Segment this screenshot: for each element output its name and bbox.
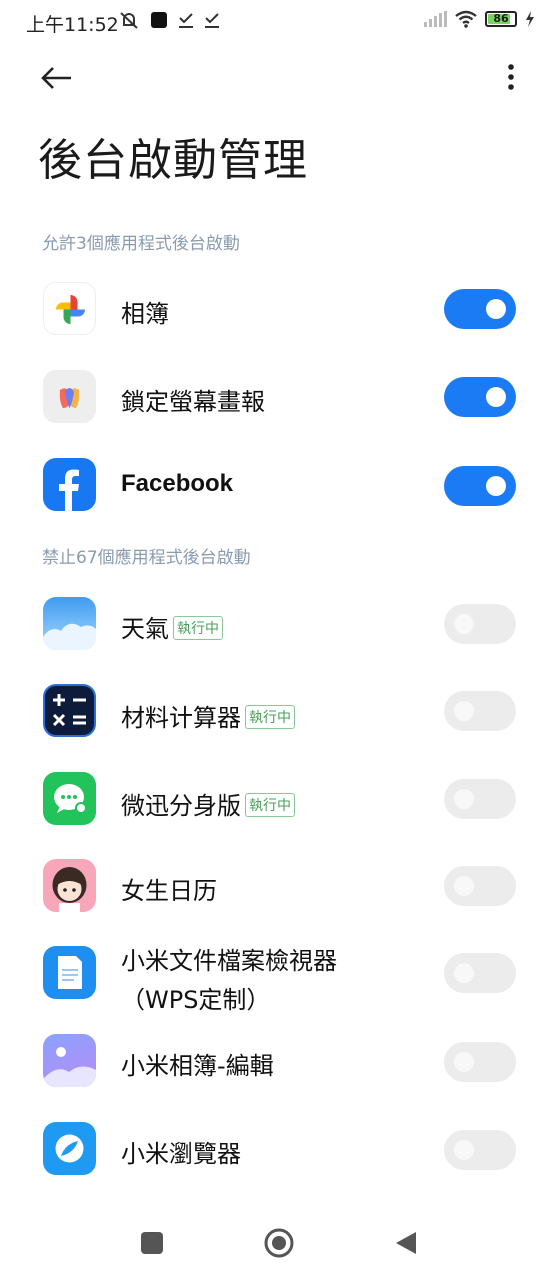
- section-header-blocked: 禁止67個應用程式後台啟動: [42, 548, 251, 568]
- battery-icon: 86: [485, 11, 517, 27]
- app-name-with-badge: 微迅分身版 執行中: [121, 786, 295, 821]
- battery-level: 86: [493, 12, 509, 25]
- app-name: 小米文件檔案檢視器: [121, 947, 337, 975]
- status-bar: 上午11:52 86: [0, 0, 559, 44]
- app-name: Facebook: [121, 470, 234, 497]
- toggle-switch[interactable]: [444, 604, 516, 644]
- toggle-switch[interactable]: [444, 953, 516, 993]
- running-badge: 執行中: [245, 793, 295, 817]
- check-download-icon: [179, 13, 193, 28]
- facebook-icon: [43, 458, 96, 511]
- check-download-icon: [205, 13, 219, 28]
- app-name: 小米相簿-編輯: [121, 1052, 274, 1080]
- app-name: 鎖定螢幕畫報: [121, 388, 265, 416]
- app-name-suffix: （WPS定制）: [121, 986, 271, 1014]
- toggle-switch[interactable]: [444, 1042, 516, 1082]
- home-circle-icon[interactable]: [264, 1228, 294, 1258]
- tulip-icon: [43, 370, 96, 423]
- back-arrow-icon[interactable]: [38, 60, 74, 96]
- document-icon: [43, 946, 96, 999]
- gallery-editor-icon: [43, 1034, 96, 1087]
- google-photos-icon: [43, 282, 96, 335]
- more-options-icon[interactable]: [503, 62, 519, 94]
- recents-square-icon[interactable]: [141, 1232, 163, 1254]
- wifi-icon: [455, 10, 477, 28]
- page-title: 後台啟動管理: [38, 135, 308, 186]
- app-name-with-badge: 天氣 執行中: [121, 609, 223, 644]
- toggle-switch[interactable]: [444, 691, 516, 731]
- calculator-icon: [43, 684, 96, 737]
- toggle-switch[interactable]: [444, 289, 516, 329]
- toggle-switch[interactable]: [444, 779, 516, 819]
- app-name: 微迅分身版: [121, 792, 241, 820]
- chat-bubble-icon: [43, 772, 96, 825]
- app-name: 天氣: [121, 615, 169, 643]
- status-system-icons: 86: [424, 10, 535, 28]
- toggle-switch[interactable]: [444, 466, 516, 506]
- app-name: 材料计算器: [121, 704, 241, 732]
- weather-cloud-icon: [43, 597, 96, 650]
- signal-icon: [424, 11, 447, 27]
- mute-bell-icon: [120, 12, 138, 29]
- toggle-switch[interactable]: [444, 377, 516, 417]
- back-triangle-icon[interactable]: [394, 1230, 418, 1256]
- toggle-switch[interactable]: [444, 1130, 516, 1170]
- running-badge: 執行中: [245, 705, 295, 729]
- system-navigation-bar: [0, 1220, 559, 1268]
- app-name-with-badge: 材料计算器 執行中: [121, 698, 295, 733]
- running-badge: 執行中: [173, 616, 223, 640]
- app-name-multiline: 小米文件檔案檢視器 （WPS定制）: [121, 942, 337, 1020]
- app-name: 女生日历: [121, 877, 217, 905]
- charging-icon: [526, 11, 534, 27]
- app-name: 小米瀏覽器: [121, 1140, 241, 1168]
- girl-avatar-icon: [43, 859, 96, 912]
- app-name: 相簿: [121, 300, 169, 328]
- status-time: 上午11:52: [26, 14, 119, 36]
- section-header-allowed: 允許3個應用程式後台啟動: [42, 234, 240, 254]
- status-notification-icons: [118, 10, 220, 30]
- app-notification-icon: [151, 12, 167, 28]
- toggle-switch[interactable]: [444, 866, 516, 906]
- browser-globe-icon: [43, 1122, 96, 1175]
